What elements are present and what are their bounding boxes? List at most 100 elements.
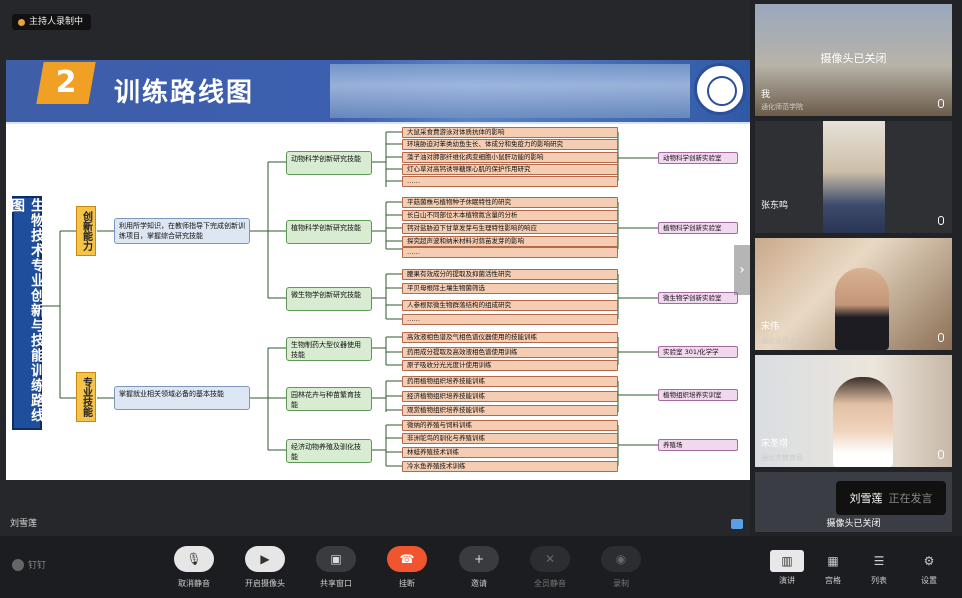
- list-view-icon: ☰: [873, 554, 885, 568]
- mid-animal-breeding: 经济动物养殖及驯化技能: [286, 439, 372, 463]
- destination-lab: 养殖场: [658, 439, 738, 451]
- record-button[interactable]: ◉ 录制: [594, 546, 648, 589]
- route-diagram: 生物技术专业创新与技能训练路线图 创新能力 专业技能 利用所学知识，在教师指导下…: [6, 60, 750, 480]
- list-item: 观赏植物组织培养技能训练: [402, 405, 618, 416]
- list-item: 探究超声波和纳米材料对蒜苗发芽的影响: [402, 236, 618, 247]
- grid-view-label: 宫格: [825, 576, 841, 585]
- list-view-button[interactable]: ☰ 列表: [856, 550, 902, 586]
- mute-all-icon: ✕: [530, 546, 570, 572]
- settings-button[interactable]: ⚙ 设置: [906, 550, 952, 586]
- list-item: ……: [402, 176, 618, 187]
- camera-on-label: 开启摄像头: [245, 579, 285, 588]
- list-item: 平贝母根际土壤生物菌筛选: [402, 283, 618, 294]
- mid-horticulture: 园林花卉与种苗繁育技能: [286, 387, 372, 411]
- chat-icon[interactable]: [731, 519, 743, 529]
- participant-video: [833, 377, 893, 467]
- destination-lab: 微生物学创新实验室: [658, 292, 738, 304]
- participant-tile[interactable]: 摄像头已关闭 我 通化师范学院: [755, 4, 952, 116]
- invite-user-icon: +: [459, 546, 499, 572]
- invite-button[interactable]: + 邀请: [452, 546, 506, 589]
- innovation-description: 利用所学知识，在教师指导下完成创新训练项目，掌握综合研究技能: [114, 218, 250, 244]
- list-item: 长白山不同部位木本植物氮含量的分析: [402, 210, 618, 221]
- skills-description: 掌握就业相关领域必备的基本技能: [114, 386, 250, 410]
- grid-view-button[interactable]: ▦ 宫格: [810, 550, 856, 586]
- grid-view-icon: ▦: [827, 554, 839, 568]
- speaker-view-button[interactable]: ▥ 演讲: [764, 550, 810, 586]
- speaking-name: 刘雪莲: [849, 492, 883, 505]
- list-item: ……: [402, 247, 618, 258]
- invite-label: 邀请: [471, 579, 487, 588]
- category-professional-skills: 专业技能: [76, 372, 96, 422]
- host-recording-label: 主持人录制中: [29, 17, 84, 27]
- destination-lab: 植物科学创新实验室: [658, 222, 738, 234]
- participant-name: 宋圣增: [761, 439, 789, 449]
- mic-icon: [938, 333, 944, 342]
- dingtalk-logo-icon: [12, 558, 24, 571]
- participant-name: 我: [761, 90, 771, 100]
- mid-microbiology: 微生物学创新研究技能: [286, 287, 372, 311]
- list-item: 药用成分提取及高效液相色谱使用训练: [402, 347, 618, 358]
- list-item: 平菇菌株与植物种子休眠特性的研究: [402, 197, 618, 208]
- speaker-view-label: 演讲: [779, 576, 795, 585]
- participant-video: [823, 121, 885, 233]
- camera-on-button[interactable]: ▶ 开启摄像头: [238, 546, 292, 589]
- meeting-toolbar: 钉钉 🎙 取消静音 ▶ 开启摄像头 ▣ 共享窗口 ☎ 挂断 + 邀请 ✕ 全员静…: [0, 536, 962, 598]
- list-item: 高效液相色谱及气相色谱仪器使用的技能训练: [402, 332, 618, 343]
- list-item: 人参根际微生物群落结构的组成研究: [402, 300, 618, 311]
- mid-biopharma-instruments: 生物制药大型仪器使用技能: [286, 337, 372, 361]
- settings-label: 设置: [921, 576, 937, 585]
- share-window-button[interactable]: ▣ 共享窗口: [309, 546, 363, 589]
- list-item: 经济植物组织培养技能训练: [402, 391, 618, 402]
- route-map-vertical-title: 生物技术专业创新与技能训练路线图: [9, 196, 45, 430]
- record-icon: ◉: [601, 546, 641, 572]
- unmute-label: 取消静音: [178, 579, 210, 588]
- share-screen-icon: ▣: [316, 546, 356, 572]
- brand: 钉钉: [12, 558, 46, 571]
- list-item: 原子吸收分光光度计使用训练: [402, 360, 618, 371]
- mute-all-label: 全员静音: [534, 579, 566, 588]
- shared-screen-area: 主持人录制中 2 训练路线图 生物技术专业创新与技能训练路线图 创新能力 专业技…: [0, 0, 750, 536]
- participant-org: 通化师范学院: [761, 103, 803, 111]
- host-recording-badge: 主持人录制中: [12, 14, 92, 30]
- list-item: 微纳的养殖与饲料训练: [402, 420, 618, 431]
- camera-off-text: 摄像头已关闭: [826, 519, 881, 529]
- unmute-button[interactable]: 🎙 取消静音: [167, 546, 221, 589]
- next-page-arrow-icon[interactable]: ›: [734, 245, 750, 295]
- mid-plant-science: 植物科学创新研究技能: [286, 220, 372, 244]
- share-window-label: 共享窗口: [320, 579, 352, 588]
- record-label: 录制: [613, 579, 629, 588]
- hangup-button[interactable]: ☎ 挂断: [380, 546, 434, 589]
- camera-off-icon: ▶: [245, 546, 285, 572]
- list-item: 藻子油对肺部纤维化病变细胞小鼠肝功能的影响: [402, 152, 618, 163]
- list-view-label: 列表: [871, 576, 887, 585]
- participant-org: 通化市教育局: [761, 454, 803, 462]
- connector-lines: [42, 131, 658, 467]
- list-item: 大鼠采食费游泳对体质抗体的影响: [402, 127, 618, 138]
- destination-lab: 动物科学创新实验室: [658, 152, 738, 164]
- participant-tile[interactable]: 张东鸣: [755, 121, 952, 233]
- list-item: 环境胁迫对苯类幼鱼生长、体成分和免疫力的影响研究: [402, 139, 618, 150]
- speaker-view-icon: ▥: [770, 550, 804, 572]
- category-innovation: 创新能力: [76, 206, 96, 256]
- participant-name: 宋伟: [761, 322, 780, 332]
- settings-gear-icon: ⚙: [923, 554, 935, 568]
- participant-tile[interactable]: 宋圣增 通化市教育局: [755, 355, 952, 467]
- brand-label: 钉钉: [28, 561, 47, 571]
- list-item: 非洲鸵鸟的驯化与养殖训练: [402, 433, 618, 444]
- participant-video: [835, 268, 889, 350]
- list-item: ……: [402, 314, 618, 325]
- current-speaker-name: 刘雪莲: [10, 519, 38, 529]
- participant-org: 通化师范大学: [761, 337, 803, 345]
- mid-animal-science: 动物科学创新研究技能: [286, 151, 372, 175]
- destination-lab: 植物组织培养实训室: [658, 389, 738, 401]
- presentation-slide: 2 训练路线图 生物技术专业创新与技能训练路线图 创新能力 专业技能 利用所学知…: [6, 60, 750, 480]
- mute-all-button[interactable]: ✕ 全员静音: [523, 546, 577, 589]
- participant-panel: 摄像头已关闭 我 通化师范学院 张东鸣 宋伟 通化师范大学 宋圣增 通化市教育局…: [755, 0, 962, 536]
- hangup-phone-icon: ☎: [387, 546, 427, 572]
- recording-dot-icon: [18, 18, 25, 26]
- mic-off-icon: 🎙: [174, 546, 214, 572]
- destination-lab: 实验室 301/化学学: [658, 346, 738, 358]
- participant-tile[interactable]: 宋伟 通化师范大学: [755, 238, 952, 350]
- list-item: 灯心草对高钙诱导糖尿心肌的保护作用研究: [402, 164, 618, 175]
- list-item: 钙对盐胁迫下甘草发芽与生理特性影响的响应: [402, 223, 618, 234]
